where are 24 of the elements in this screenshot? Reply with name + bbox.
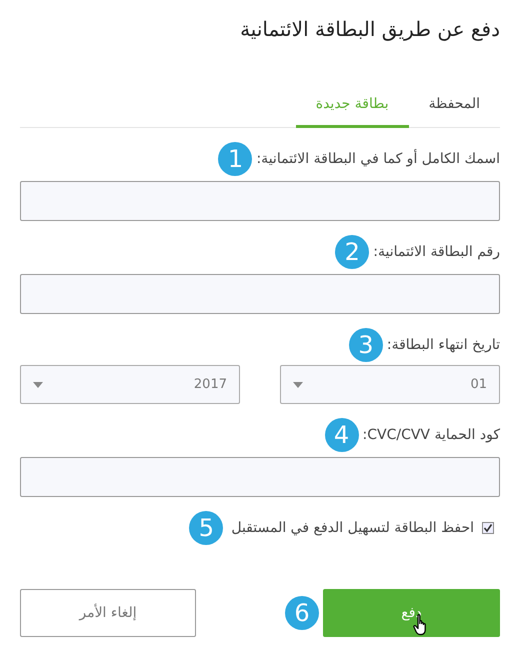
check-icon xyxy=(483,523,493,533)
cancel-button[interactable]: إلغاء الأمر xyxy=(20,589,196,637)
input-field[interactable] xyxy=(20,181,500,221)
step-number: 6 xyxy=(285,596,319,630)
caret-icon xyxy=(33,382,43,388)
step-number: 2 xyxy=(335,235,370,269)
field-label: كود الحماية CVC/CVV: xyxy=(362,426,500,444)
field-label: تاريخ انتهاء البطاقة: xyxy=(386,336,500,354)
input-field[interactable] xyxy=(20,274,500,314)
caret-icon xyxy=(293,382,303,388)
step-number: 1 xyxy=(218,142,252,176)
field-label: اسمك الكامل أو كما في البطاقة الائتمانية: xyxy=(256,148,500,168)
checkbox[interactable] xyxy=(482,522,494,534)
step-number: 3 xyxy=(348,328,383,362)
tab[interactable]: بطاقة جديدة xyxy=(296,88,409,128)
field-label: رقم البطاقة الائتمانية: xyxy=(373,242,500,262)
tab[interactable]: المحفظة xyxy=(408,88,500,128)
checkbox-label: احفظ البطاقة لتسهيل الدفع في المستقبل xyxy=(231,518,474,538)
dropdown[interactable]: 01 xyxy=(280,365,500,404)
step-number: 5 xyxy=(189,511,224,545)
input-field[interactable] xyxy=(20,457,500,497)
dropdown[interactable]: 2017 xyxy=(20,365,240,404)
step-number: 4 xyxy=(324,418,358,452)
dialog-title: دفع عن طريق البطاقة الائتمانية xyxy=(239,16,500,43)
